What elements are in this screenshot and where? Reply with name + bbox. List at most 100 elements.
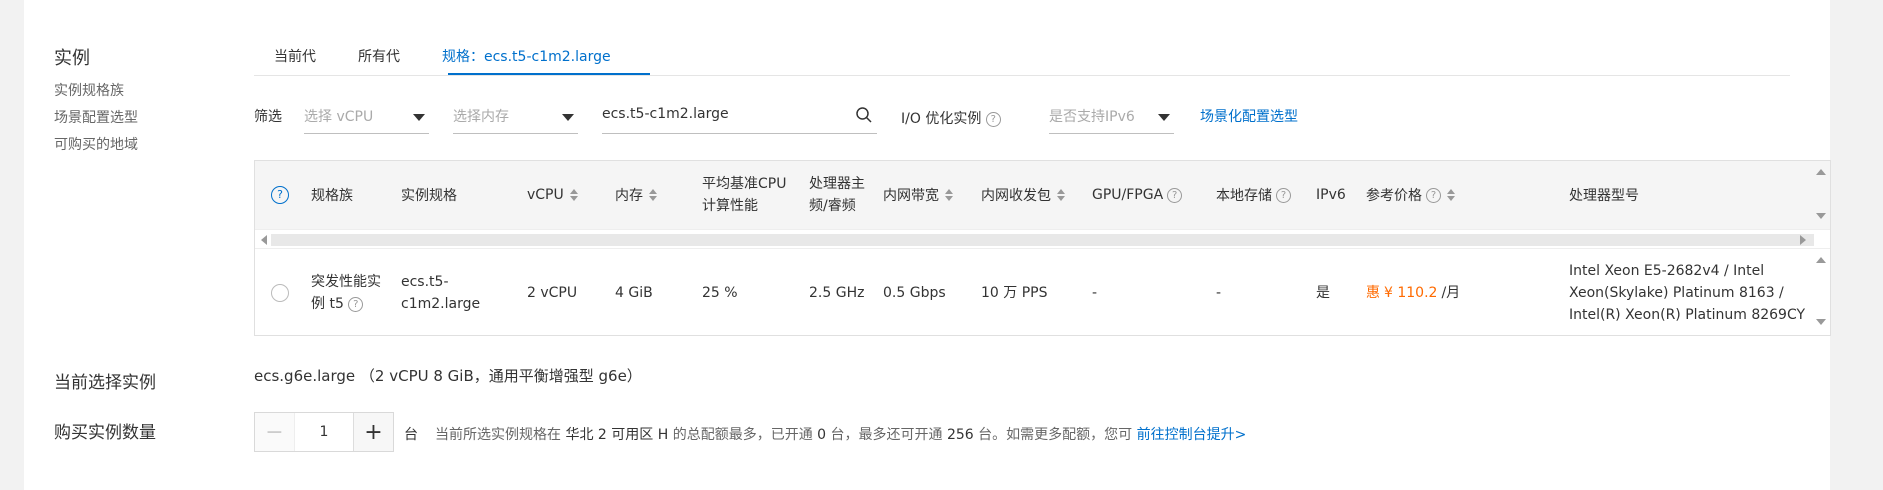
header-price[interactable]: 参考价格 ? (1366, 161, 1455, 229)
quota-region: 华北 2 可用区 H (565, 427, 669, 443)
chevron-down-icon (562, 114, 574, 121)
quantity-increment-button[interactable]: + (353, 413, 393, 451)
cell-pps: 10 万 PPS (981, 285, 1048, 301)
cell-cpu-model-line2: Xeon(Skylake) Platinum 8163 / (1569, 285, 1784, 301)
sidebar-link-instance-family[interactable]: 实例规格族 (54, 80, 124, 100)
quota-remaining-count: 256 (946, 427, 974, 443)
cell-ipv6: 是 (1316, 285, 1330, 301)
instance-config-card: 实例 实例规格族 场景配置选型 可购买的地域 当前代 所有代 规格：ecs.t5… (24, 0, 1831, 490)
current-selection-label: 当前选择实例 (54, 373, 156, 393)
price-value: ¥ 110.2 (1384, 285, 1438, 301)
header-pps-label: 内网收发包 (981, 188, 1051, 204)
search-icon[interactable] (855, 106, 873, 124)
instance-spec-table: ? 规格族 实例规格 vCPU 内存 平均基准CPU 计算性能 处理器主 频/睿… (254, 160, 1831, 336)
table-vertical-scrollbar-header[interactable] (1810, 161, 1830, 229)
cell-bandwidth: 0.5 Gbps (883, 285, 946, 301)
help-icon[interactable]: ? (985, 111, 1001, 127)
cell-vcpu: 2 vCPU (527, 285, 578, 301)
header-frequency: 处理器主 频/睿频 (809, 161, 865, 229)
tab-spec[interactable]: 规格：ecs.t5-c1m2.large (442, 46, 611, 66)
memory-select-placeholder: 选择内存 (453, 109, 509, 125)
cell-memory: 4 GiB (615, 285, 653, 301)
scroll-right-icon[interactable] (1800, 235, 1806, 245)
vcpu-select-placeholder: 选择 vCPU (304, 109, 374, 125)
quantity-label: 购买实例数量 (54, 423, 156, 443)
ipv6-select-placeholder: 是否支持IPv6 (1049, 109, 1135, 125)
help-icon[interactable]: ? (271, 186, 289, 204)
table-row[interactable]: 突发性能实 例 t5 ? ecs.t5- c1m2.large 2 vCPU 4… (255, 249, 1830, 337)
header-gpu: GPU/FPGA ? (1092, 161, 1183, 229)
header-vcpu[interactable]: vCPU (527, 161, 578, 229)
quantity-input[interactable]: 1 (295, 413, 353, 451)
quantity-unit: 台 (404, 427, 418, 443)
scroll-down-icon[interactable] (1816, 319, 1826, 325)
scroll-left-icon[interactable] (261, 235, 267, 245)
price-unit: /月 (1441, 285, 1461, 301)
header-local-storage: 本地存储 ? (1216, 161, 1291, 229)
cell-cpu-perf: 25 % (702, 285, 738, 301)
sort-icon[interactable] (649, 189, 657, 201)
quantity-decrement-button[interactable]: − (255, 413, 295, 451)
header-cpu-perf-line2: 计算性能 (702, 198, 758, 214)
scrollbar-track[interactable] (271, 234, 1814, 246)
table-vertical-scrollbar-body[interactable] (1810, 249, 1830, 337)
sidebar-link-regions[interactable]: 可购买的地域 (54, 134, 138, 154)
help-icon[interactable]: ? (1167, 187, 1183, 203)
memory-select[interactable]: 选择内存 (453, 100, 578, 134)
cell-family-line1: 突发性能实 (311, 274, 381, 290)
cell-cpu-model-line1: Intel Xeon E5-2682v4 / Intel (1569, 263, 1765, 279)
scroll-down-icon[interactable] (1816, 213, 1826, 219)
header-memory[interactable]: 内存 (615, 161, 657, 229)
header-bandwidth[interactable]: 内网带宽 (883, 161, 953, 229)
vcpu-select[interactable]: 选择 vCPU (304, 100, 429, 134)
cell-family-line2: 例 t5 (311, 296, 344, 312)
help-icon[interactable]: ? (1426, 187, 1441, 203)
scroll-up-icon[interactable] (1816, 257, 1826, 263)
cell-gpu: - (1092, 285, 1098, 301)
header-bandwidth-label: 内网带宽 (883, 188, 939, 204)
tab-current-generation[interactable]: 当前代 (274, 46, 316, 66)
quota-note-pre: 当前所选实例规格在 (435, 427, 561, 443)
scroll-up-icon[interactable] (1816, 169, 1826, 175)
cell-family: 突发性能实 例 t5 ? (311, 249, 381, 337)
header-local-storage-label: 本地存储 (1216, 188, 1272, 204)
table-horizontal-scrollbar[interactable] (255, 229, 1830, 249)
filter-label: 筛选 (254, 109, 282, 125)
tab-all-generations[interactable]: 所有代 (358, 46, 400, 66)
spec-search-input[interactable]: ecs.t5-c1m2.large (602, 100, 877, 134)
quota-note-mid3: 台。如需更多配额，您可 (978, 427, 1133, 443)
cell-cpu-model: Intel Xeon E5-2682v4 / Intel Xeon(Skylak… (1569, 249, 1805, 337)
cell-frequency: 2.5 GHz (809, 285, 865, 301)
header-pps[interactable]: 内网收发包 (981, 161, 1065, 229)
header-ipv6: IPv6 (1316, 187, 1346, 203)
sidebar-link-scene-selection[interactable]: 场景配置选型 (54, 107, 138, 127)
quota-opened-count: 0 (817, 427, 827, 443)
header-cpu-perf-line1: 平均基准CPU (702, 176, 787, 192)
header-help-icon[interactable]: ? (271, 161, 289, 229)
sort-icon[interactable] (1057, 189, 1065, 201)
price-discount-badge: 惠 (1366, 285, 1380, 301)
header-vcpu-label: vCPU (527, 187, 564, 203)
cell-spec-line2: c1m2.large (401, 296, 481, 312)
scene-config-link[interactable]: 场景化配置选型 (1200, 106, 1298, 126)
row-select-radio[interactable] (271, 284, 289, 302)
generation-tabs: 当前代 所有代 规格：ecs.t5-c1m2.large (254, 36, 1790, 76)
help-icon[interactable]: ? (348, 296, 364, 312)
console-quota-link[interactable]: 前往控制台提升> (1137, 427, 1247, 443)
active-tab-indicator (448, 73, 650, 75)
sort-icon[interactable] (945, 189, 953, 201)
help-icon[interactable]: ? (1276, 187, 1291, 203)
header-gpu-label: GPU/FPGA (1092, 187, 1164, 203)
header-frequency-line1: 处理器主 (809, 176, 865, 192)
sort-icon[interactable] (569, 189, 578, 201)
ipv6-select[interactable]: 是否支持IPv6 (1049, 100, 1174, 134)
header-cpu-model: 处理器型号 (1569, 188, 1639, 204)
quota-note-mid2: 台，最多还可开通 (830, 427, 943, 443)
row-radio-cell[interactable] (271, 249, 289, 337)
cell-local-storage: - (1216, 285, 1222, 301)
cell-spec-line1: ecs.t5- (401, 274, 449, 290)
header-cpu-perf: 平均基准CPU 计算性能 (702, 161, 786, 229)
cell-family-line2-wrap: 例 t5 ? (311, 293, 364, 315)
sort-icon[interactable] (1447, 189, 1455, 201)
header-frequency-line2: 频/睿频 (809, 198, 856, 214)
